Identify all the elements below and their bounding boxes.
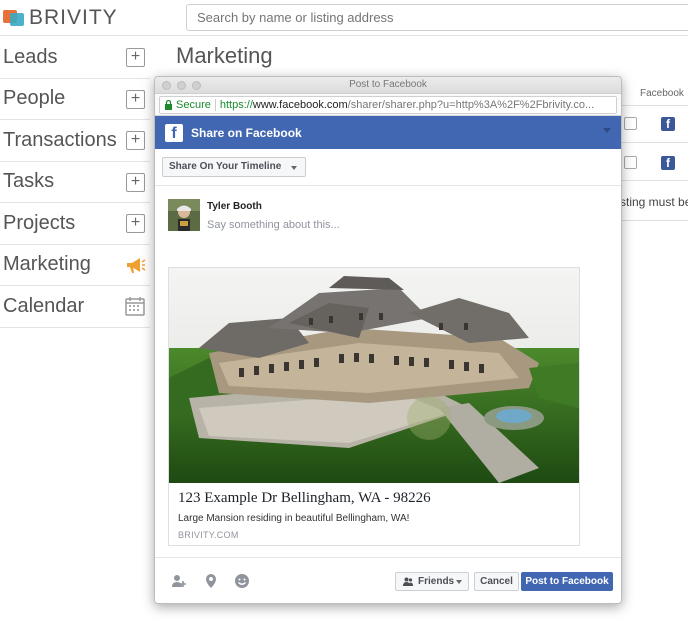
sidebar-item-leads[interactable]: Leads +: [0, 37, 150, 79]
top-bar: BRIVITY: [0, 0, 688, 36]
post-to-facebook-window: Post to Facebook Secure https:// www.fac…: [154, 76, 622, 604]
facebook-logo-icon: f: [165, 123, 183, 142]
brivity-logo-icon: [3, 9, 25, 27]
facebook-share-icon[interactable]: f: [661, 117, 675, 131]
sidebar-item-label: Projects: [3, 211, 76, 234]
add-lead-button[interactable]: +: [126, 48, 145, 67]
chevron-down-icon[interactable]: [603, 128, 611, 133]
window-title: Post to Facebook: [349, 79, 427, 90]
share-target-dropdown[interactable]: Share On Your Timeline: [162, 157, 307, 177]
share-footer: Friends Cancel Post to Facebook: [155, 557, 621, 603]
post-composer: Tyler Booth Say something about this...: [155, 186, 621, 266]
row-checkbox[interactable]: [624, 117, 637, 130]
window-titlebar[interactable]: Post to Facebook: [155, 77, 621, 94]
brand-name: BRIVITY: [29, 6, 118, 29]
card-description: Large Mansion residing in beautiful Bell…: [178, 513, 410, 524]
cancel-button[interactable]: Cancel: [474, 572, 519, 591]
user-name: Tyler Booth: [207, 201, 262, 212]
address-field[interactable]: Secure https:// www.facebook.com /sharer…: [159, 95, 617, 114]
post-message-input[interactable]: Say something about this...: [207, 219, 340, 231]
audience-label: Friends: [418, 576, 455, 587]
sidebar-item-tasks[interactable]: Tasks +: [0, 162, 150, 203]
listing-photo: [169, 268, 579, 483]
facebook-share-icon[interactable]: f: [661, 156, 675, 170]
sidebar-item-label: Marketing: [3, 253, 91, 276]
share-header-title: Share on Facebook: [191, 125, 302, 140]
sidebar-item-transactions[interactable]: Transactions +: [0, 120, 150, 162]
sidebar-item-label: Leads: [3, 45, 58, 68]
caret-down-icon: [456, 580, 462, 584]
sidebar-item-label: Calendar: [3, 294, 85, 317]
table-row: [612, 180, 688, 181]
url-host: www.facebook.com: [252, 98, 348, 111]
add-transaction-button[interactable]: +: [126, 131, 145, 150]
location-pin-icon[interactable]: [203, 573, 219, 589]
sidebar-item-calendar[interactable]: Calendar: [0, 286, 150, 328]
divider: [620, 220, 688, 221]
emoji-icon[interactable]: [234, 573, 250, 589]
add-task-button[interactable]: +: [126, 172, 145, 192]
listing-note: sting must be: [620, 195, 688, 209]
facebook-column-header: Facebook: [640, 88, 684, 99]
friends-icon: [403, 577, 413, 586]
sidebar-item-people[interactable]: People +: [0, 79, 150, 120]
avatar: [168, 199, 200, 231]
sidebar-item-label: Tasks: [3, 170, 55, 193]
calendar-icon[interactable]: [124, 295, 146, 317]
add-person-button[interactable]: +: [126, 89, 145, 109]
card-title: 123 Example Dr Bellingham, WA - 98226: [178, 490, 431, 506]
secure-label: Secure: [176, 98, 211, 111]
card-domain: BRIVITY.COM: [178, 530, 239, 540]
sidebar-item-projects[interactable]: Projects +: [0, 203, 150, 245]
tag-friends-icon[interactable]: [171, 573, 187, 589]
share-target-label: Share On Your Timeline: [169, 161, 282, 172]
divider: [214, 98, 216, 111]
brivity-logo[interactable]: BRIVITY: [3, 6, 118, 29]
add-project-button[interactable]: +: [126, 214, 145, 233]
table-row: [612, 142, 688, 143]
facebook-share-header: f Share on Facebook: [155, 116, 621, 149]
app-root: BRIVITY Leads + People + Transactions + …: [0, 0, 688, 626]
lock-icon: [165, 99, 172, 110]
share-target-bar: Share On Your Timeline: [155, 149, 621, 186]
table-row: [612, 105, 688, 106]
row-checkbox[interactable]: [624, 156, 637, 169]
sidebar: Leads + People + Transactions + Tasks + …: [0, 37, 150, 328]
post-to-facebook-button[interactable]: Post to Facebook: [521, 572, 613, 591]
url-path: /sharer/sharer.php?u=http%3A%2F%2Fbrivit…: [347, 98, 595, 111]
sidebar-item-label: People: [3, 87, 66, 110]
url-bar: Secure https:// www.facebook.com /sharer…: [155, 94, 621, 116]
page-title: Marketing: [176, 43, 273, 68]
audience-selector-button[interactable]: Friends: [395, 572, 469, 591]
sidebar-item-marketing[interactable]: Marketing: [0, 245, 150, 286]
caret-down-icon: [291, 166, 298, 170]
search-input[interactable]: [186, 4, 688, 31]
sidebar-item-label: Transactions: [3, 128, 117, 151]
link-preview-card[interactable]: 123 Example Dr Bellingham, WA - 98226 La…: [168, 267, 580, 546]
megaphone-icon[interactable]: [124, 254, 146, 276]
url-scheme: https://: [219, 98, 253, 111]
